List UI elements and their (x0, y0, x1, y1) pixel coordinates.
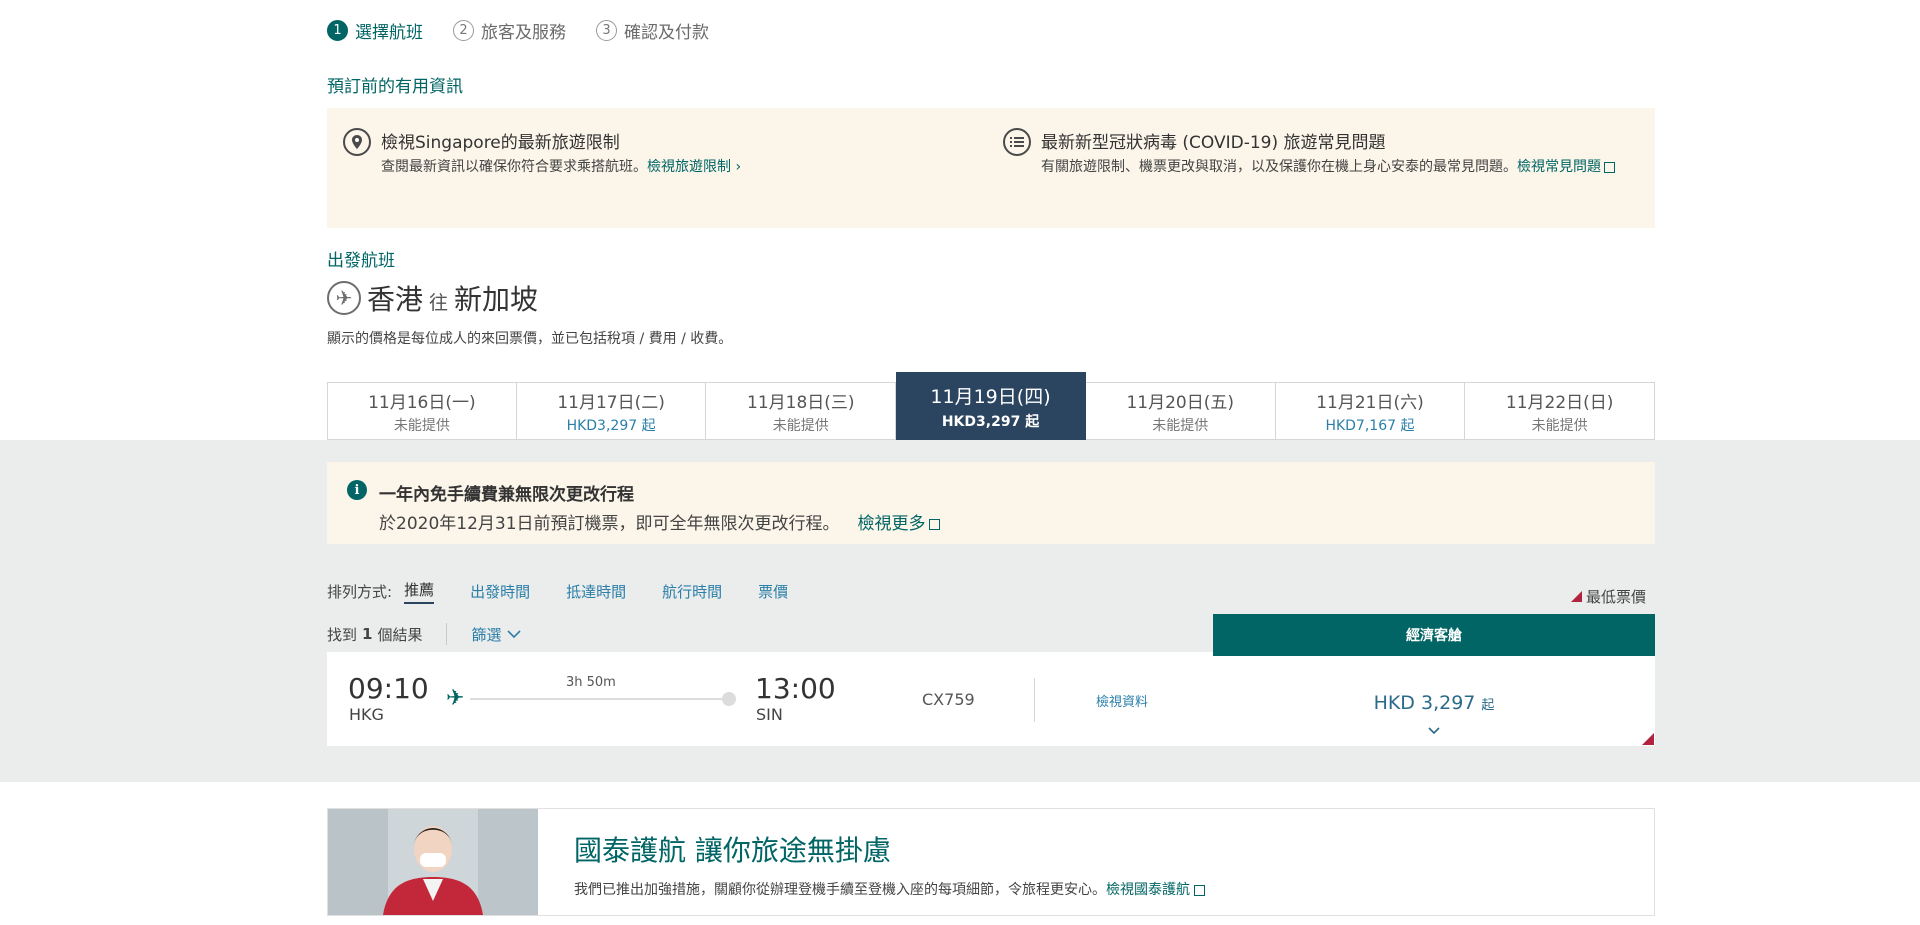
filter-label: 篩選 (471, 625, 502, 644)
divider (446, 623, 448, 645)
crew-photo (328, 809, 538, 915)
economy-fare-price[interactable]: HKD 3,297 起 (1213, 692, 1655, 714)
travel-restrictions-text: 查閱最新資訊以確保你符合要求乘搭航班。 (381, 159, 647, 175)
date-tab-date: 11月18日(三) (747, 392, 855, 413)
travel-restrictions-link[interactable]: 檢視旅遊限制 › (647, 159, 741, 175)
date-tab-date: 11月21日(六) (1316, 392, 1424, 413)
economy-cabin-header: 經濟客艙 (1213, 614, 1655, 656)
results-suffix: 個結果 (377, 625, 423, 644)
travel-restrictions-title: 檢視Singapore的最新旅遊限制 (381, 133, 620, 153)
step-number: 3 (596, 19, 617, 41)
date-tab-date: 11月22日(日) (1505, 392, 1614, 413)
banner-link[interactable]: 檢視國泰護航 (1106, 882, 1190, 898)
sort-recommended[interactable]: 推薦 (404, 579, 435, 604)
external-link-icon (1604, 161, 1615, 173)
booking-steps: 1 選擇航班 2 旅客及服務 3 確認及付款 (327, 16, 1655, 44)
flight-duration: 3h 50m (566, 675, 616, 690)
free-change-promo: i 一年內免手續費兼無限次更改行程 於2020年12月31日前預訂機票，即可全年… (327, 462, 1655, 544)
lowest-fare-label: 最低票價 (1586, 588, 1647, 606)
step-number: 1 (327, 19, 348, 41)
destination-city: 新加坡 (454, 283, 539, 316)
date-tab[interactable]: 11月21日(六) HKD7,167 起 (1275, 382, 1466, 440)
sort-duration[interactable]: 航行時間 (662, 581, 722, 602)
fly-well-banner: 國泰護航 讓你旅途無掛慮 我們已推出加強措施，關顧你從辦理登機手續至登機入座的每… (327, 808, 1655, 916)
banner-text: 我們已推出加強措施，關顧你從辦理登機手續至登機入座的每項細節，令旅程更安心。 (574, 882, 1106, 898)
banner-title: 國泰護航 讓你旅途無掛慮 (574, 834, 891, 867)
date-tab[interactable]: 11月18日(三) 未能提供 (706, 382, 897, 440)
lowest-fare-legend: 最低票價 (1571, 586, 1646, 607)
arrival-dot (722, 692, 736, 706)
date-tab-price: HKD3,297 起 (941, 413, 1040, 430)
date-tab-date: 11月19日(四) (930, 385, 1051, 408)
lowest-fare-marker-icon (1571, 591, 1582, 602)
date-tab-price: 未能提供 (393, 417, 450, 434)
external-link-icon (1194, 884, 1205, 896)
covid-faq-title: 最新新型冠狀病毒 (COVID-19) 旅遊常見問題 (1041, 133, 1386, 153)
airplane-icon: ✈ (327, 281, 361, 315)
list-icon (1003, 128, 1031, 156)
arrival-time: 13:00 (755, 672, 836, 705)
travel-restrictions-info: 檢視Singapore的最新旅遊限制 查閱最新資訊以確保你符合要求乘搭航班。檢視… (343, 128, 979, 228)
promo-text: 於2020年12月31日前預訂機票，即可全年無限次更改行程。 (379, 514, 840, 534)
departure-time: 09:10 (348, 672, 429, 705)
date-tabs: 11月16日(一) 未能提供 11月17日(二) HKD3,297 起 11月18日… (327, 372, 1656, 440)
flight-number: CX759 (922, 690, 975, 709)
fare-amount: HKD 3,297 (1373, 692, 1476, 714)
date-tab-date: 11月16日(一) (368, 392, 476, 413)
date-tab[interactable]: 11月16日(一) 未能提供 (327, 382, 517, 440)
external-link-icon (928, 518, 940, 530)
promo-title: 一年內免手續費兼無限次更改行程 (379, 485, 634, 505)
sort-label: 排列方式: (327, 582, 393, 601)
date-tab-selected[interactable]: 11月19日(四) HKD3,297 起 (896, 372, 1086, 440)
airplane-icon: ✈ (446, 686, 465, 711)
step-confirm-pay: 3 確認及付款 (596, 18, 709, 43)
step-label: 選擇航班 (355, 22, 423, 43)
route-to-word: 往 (429, 291, 449, 314)
date-tab-date: 11月17日(二) (557, 392, 665, 413)
date-tab[interactable]: 11月22日(日) 未能提供 (1465, 382, 1656, 440)
step-number: 2 (453, 19, 474, 41)
origin-city: 香港 (367, 283, 424, 316)
results-prefix: 找到 (327, 625, 358, 644)
covid-faq-text: 有關旅遊限制、機票更改與取消，以及保護你在機上身心安泰的最常見問題。 (1041, 159, 1517, 175)
arrival-airport: SIN (756, 705, 783, 724)
covid-faq-link[interactable]: 檢視常見問題 (1517, 159, 1601, 175)
price-note: 顯示的價格是每位成人的來回票價，並已包括稅項 / 費用 / 收費。 (327, 331, 733, 347)
info-icon: i (347, 480, 367, 500)
location-pin-icon (343, 128, 371, 156)
step-select-flight[interactable]: 1 選擇航班 (327, 18, 423, 43)
covid-faq-info: 最新新型冠狀病毒 (COVID-19) 旅遊常見問題 有關旅遊限制、機票更改與取… (979, 128, 1639, 228)
sort-fare[interactable]: 票價 (758, 581, 788, 602)
results-count: 1 (362, 625, 373, 643)
useful-info-title: 預訂前的有用資訊 (327, 77, 463, 97)
step-passengers-services: 2 旅客及服務 (453, 18, 566, 43)
sort-bar: 排列方式: 推薦 出發時間 抵達時間 航行時間 票價 (327, 578, 1655, 604)
chevron-down-icon (507, 630, 522, 639)
chevron-down-icon[interactable] (1427, 724, 1441, 738)
route-heading: ✈ 香港 往 新加坡 (327, 278, 1655, 318)
date-tab[interactable]: 11月17日(二) HKD3,297 起 (516, 382, 707, 440)
date-tab-price: 未能提供 (772, 417, 829, 434)
outbound-label: 出發航班 (327, 251, 395, 271)
divider (1034, 678, 1035, 722)
departure-airport: HKG (349, 705, 384, 724)
date-tab-date: 11月20日(五) (1126, 392, 1234, 413)
lowest-fare-marker-icon (1642, 733, 1654, 745)
step-label: 確認及付款 (624, 22, 709, 43)
filter-button[interactable]: 篩選 (471, 624, 522, 645)
promo-more-link[interactable]: 檢視更多 (858, 514, 926, 534)
sort-arrival-time[interactable]: 抵達時間 (566, 581, 626, 602)
fare-from-suffix: 起 (1481, 698, 1495, 713)
flight-details-link[interactable]: 檢視資料 (1096, 691, 1148, 710)
date-tab-price: HKD3,297 起 (566, 417, 656, 434)
useful-info-box: 檢視Singapore的最新旅遊限制 查閱最新資訊以確保你符合要求乘搭航班。檢視… (327, 108, 1655, 228)
date-tab-price: 未能提供 (1531, 417, 1588, 434)
sort-departure-time[interactable]: 出發時間 (470, 581, 530, 602)
date-tab[interactable]: 11月20日(五) 未能提供 (1085, 382, 1276, 440)
flight-track (470, 698, 728, 700)
step-label: 旅客及服務 (481, 22, 566, 43)
date-tab-price: 未能提供 (1152, 417, 1209, 434)
date-tab-price: HKD7,167 起 (1325, 417, 1415, 434)
